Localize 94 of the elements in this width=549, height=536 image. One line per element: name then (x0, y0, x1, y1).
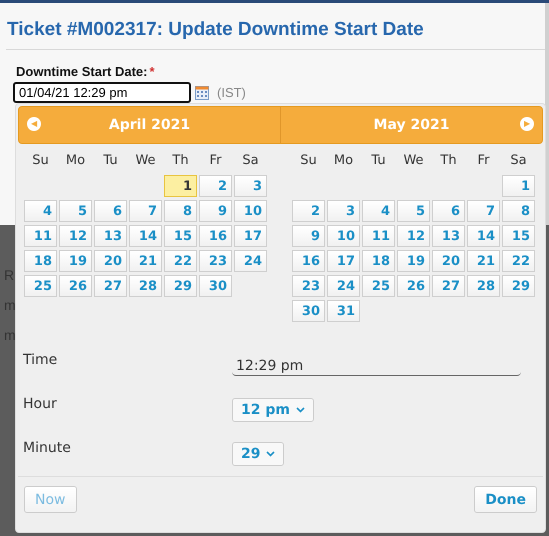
day-cell[interactable]: 17 (327, 250, 360, 272)
day-cell[interactable]: 23 (292, 275, 325, 297)
day-cell[interactable]: 20 (94, 250, 127, 272)
day-cell[interactable]: 10 (327, 225, 360, 247)
day-cell[interactable]: 15 (502, 225, 535, 247)
day-cell[interactable]: 27 (432, 275, 465, 297)
chevron-down-icon (296, 407, 305, 413)
day-cell[interactable]: 5 (59, 200, 92, 222)
timezone-label: (IST) (217, 85, 246, 100)
weekday-label: Fr (476, 152, 490, 168)
day-cell[interactable]: 18 (24, 250, 57, 272)
day-cell[interactable]: 31 (327, 300, 360, 322)
month-title: May 2021 (374, 117, 450, 133)
weekday-label: Tu (370, 152, 387, 168)
day-cell[interactable]: 2 (199, 175, 232, 197)
day-cell[interactable]: 29 (164, 275, 197, 297)
day-cell[interactable]: 20 (432, 250, 465, 272)
day-cell[interactable]: 25 (24, 275, 57, 297)
day-cell[interactable]: 1 (164, 175, 197, 197)
day-cell[interactable]: 11 (24, 225, 57, 247)
day-cell[interactable]: 14 (467, 225, 500, 247)
day-cell[interactable]: 12 (59, 225, 92, 247)
weekday-label: Th (171, 152, 190, 168)
done-button[interactable]: Done (474, 486, 537, 513)
day-cell[interactable]: 22 (502, 250, 535, 272)
weekday-label: Su (299, 152, 318, 168)
day-cell[interactable]: 16 (199, 225, 232, 247)
day-cell[interactable]: 6 (94, 200, 127, 222)
day-cell[interactable]: 5 (397, 200, 430, 222)
day-cell[interactable]: 24 (327, 275, 360, 297)
day-cell[interactable]: 30 (199, 275, 232, 297)
date-input-field[interactable]: 01/04/21 12:29 pm (13, 82, 191, 103)
day-cell[interactable]: 29 (502, 275, 535, 297)
day-cell[interactable]: 3 (234, 175, 267, 197)
calendar-icon[interactable] (195, 86, 209, 100)
weekday-label: Su (31, 152, 50, 168)
previous-month-button[interactable]: ◀ (27, 117, 41, 131)
day-cell[interactable]: 22 (164, 250, 197, 272)
day-cell[interactable]: 17 (234, 225, 267, 247)
day-cell[interactable]: 13 (432, 225, 465, 247)
hour-label: Hour (23, 395, 58, 412)
day-cell[interactable]: 2 (292, 200, 325, 222)
day-cell[interactable]: 26 (397, 275, 430, 297)
day-cell[interactable]: 28 (467, 275, 500, 297)
day-cell[interactable]: 21 (467, 250, 500, 272)
month-title: April 2021 (108, 117, 190, 133)
weekday-label: We (134, 152, 157, 168)
chevron-down-icon (266, 451, 276, 457)
day-cell[interactable]: 26 (59, 275, 92, 297)
day-cell[interactable]: 4 (362, 200, 395, 222)
day-cell[interactable]: 27 (94, 275, 127, 297)
minute-dropdown[interactable]: 29 (232, 442, 284, 466)
required-mark: * (149, 64, 155, 79)
weekday-label: Sa (241, 152, 260, 168)
weekday-label: Th (439, 152, 458, 168)
day-cell[interactable]: 9 (199, 200, 232, 222)
day-cell[interactable]: 7 (467, 200, 500, 222)
day-cell[interactable]: 23 (199, 250, 232, 272)
day-cell[interactable]: 8 (164, 200, 197, 222)
day-cell[interactable]: 18 (362, 250, 395, 272)
day-cell[interactable]: 15 (164, 225, 197, 247)
day-cell[interactable]: 25 (362, 275, 395, 297)
next-month-button[interactable]: ▶ (520, 117, 534, 131)
day-cell[interactable]: 1 (502, 175, 535, 197)
day-cell[interactable]: 30 (292, 300, 325, 322)
weekday-label: Fr (208, 152, 222, 168)
field-label: Downtime Start Date: (16, 64, 148, 79)
day-cell[interactable]: 10 (234, 200, 267, 222)
weekday-label: Sa (509, 152, 528, 168)
day-cell[interactable]: 11 (362, 225, 395, 247)
day-cell[interactable]: 24 (234, 250, 267, 272)
day-cell[interactable]: 19 (59, 250, 92, 272)
weekday-label: We (402, 152, 425, 168)
weekday-label: Tu (102, 152, 119, 168)
day-cell[interactable]: 4 (24, 200, 57, 222)
weekday-label: Mo (64, 152, 86, 168)
time-field[interactable]: 12:29 pm (232, 352, 521, 376)
dialog-title: Ticket #M002317: Update Downtime Start Date (6, 18, 425, 42)
hour-dropdown[interactable]: 12 pm (232, 398, 314, 422)
weekday-label: Mo (332, 152, 354, 168)
day-cell[interactable]: 14 (129, 225, 162, 247)
day-cell[interactable]: 12 (397, 225, 430, 247)
day-cell[interactable]: 9 (292, 225, 325, 247)
minute-label: Minute (23, 439, 72, 456)
day-cell[interactable]: 3 (327, 200, 360, 222)
day-cell[interactable]: 6 (432, 200, 465, 222)
day-cell[interactable]: 28 (129, 275, 162, 297)
day-cell[interactable]: 21 (129, 250, 162, 272)
day-cell[interactable]: 7 (129, 200, 162, 222)
day-cell[interactable]: 19 (397, 250, 430, 272)
time-label: Time (23, 351, 58, 368)
day-cell[interactable]: 16 (292, 250, 325, 272)
day-cell[interactable]: 8 (502, 200, 535, 222)
day-cell[interactable]: 13 (94, 225, 127, 247)
